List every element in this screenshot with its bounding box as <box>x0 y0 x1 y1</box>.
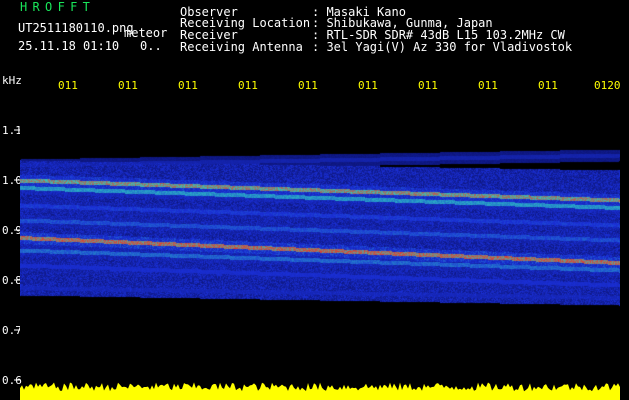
timestamp-label: 25.11.18 01:10 <box>18 39 120 53</box>
time-tick-label: 011 <box>418 79 438 92</box>
frequency-unit-label: kHz <box>2 74 22 87</box>
time-tick-label: 011 <box>358 79 378 92</box>
spectrogram-heatmap <box>20 95 620 370</box>
time-tick-label: 011 <box>538 79 558 92</box>
frequency-scale <box>14 129 20 381</box>
antenna-label: Receiving Antenna <box>180 40 303 54</box>
filename-label: UT2511180110.png <box>18 21 134 35</box>
time-tick-label: 011 <box>298 79 318 92</box>
time-tick-label: 011 <box>178 79 198 92</box>
spectrogram-plot <box>20 95 620 400</box>
signal-level-area <box>20 382 620 400</box>
spectrogram-window: HROFFT UT2511180110.png meteor 25.11.18 … <box>0 0 629 400</box>
antenna-value: : 3el Yagi(V) Az 330 for Vladivostok <box>312 40 573 54</box>
time-tick-label: 011 <box>478 79 498 92</box>
mode-label: meteor <box>124 26 168 40</box>
signal-level-strip <box>20 382 620 400</box>
time-tick-label: 011 <box>58 79 78 92</box>
time-tick-label: 011 <box>238 79 258 92</box>
time-tick-label: 0120 <box>594 79 621 92</box>
app-title: HROFFT <box>20 0 96 14</box>
time-tick-label: 011 <box>118 79 138 92</box>
counter-label: 0.. <box>140 39 162 53</box>
